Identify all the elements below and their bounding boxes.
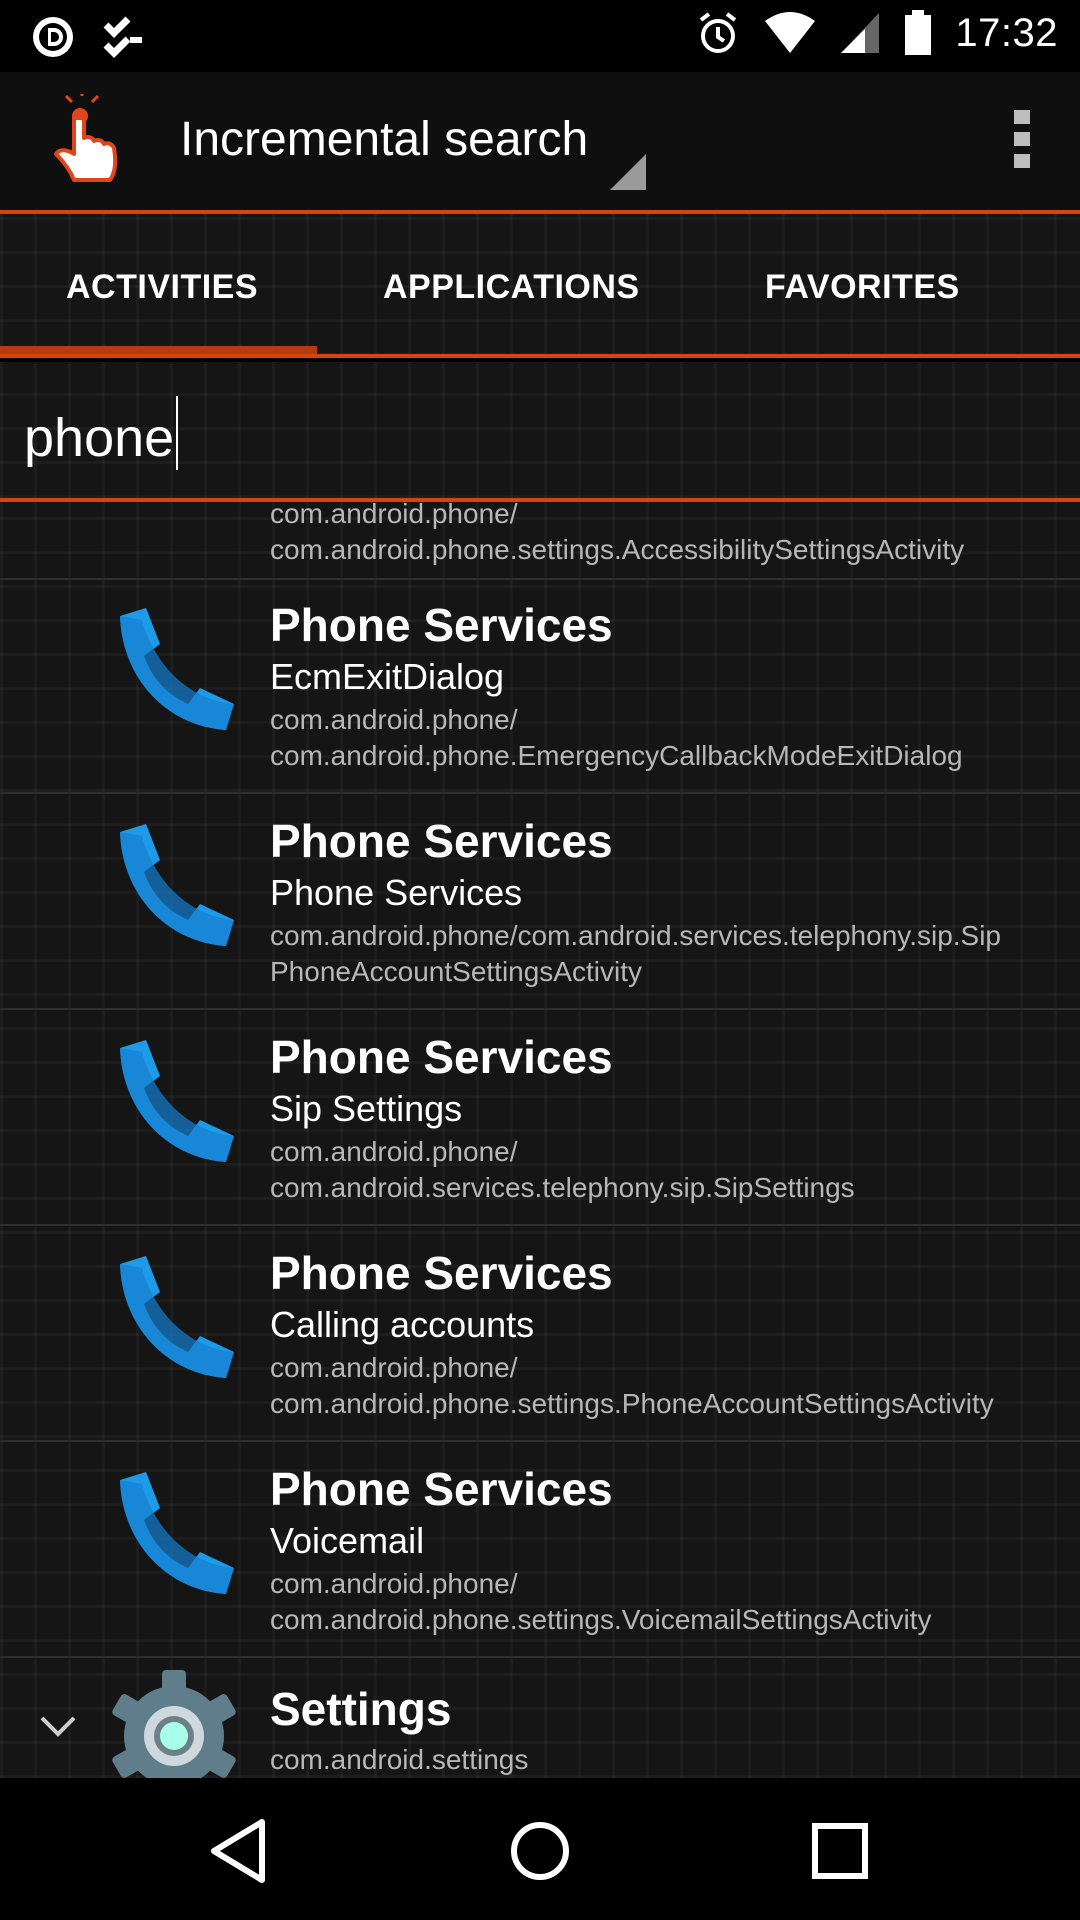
tabs-divider <box>0 354 1080 358</box>
app-name: Phone Services <box>270 1463 613 1515</box>
home-icon[interactable] <box>505 1816 575 1886</box>
list-item[interactable]: Phone Services Phone Services com.androi… <box>0 794 1080 1010</box>
phone-icon <box>120 608 234 730</box>
activity-package: com.android.phone/com.android.services.t… <box>270 920 1002 987</box>
list-item[interactable]: Phone Services Voicemail com.android.pho… <box>0 1442 1080 1658</box>
list-item[interactable]: Phone Services Calling accounts com.andr… <box>0 1226 1080 1442</box>
results-list[interactable]: com.android.phone/ com.android.phone.set… <box>0 502 1080 1778</box>
list-item[interactable]: Phone Services Sip Settings com.android.… <box>0 1010 1080 1226</box>
activity-package: com.android.settings <box>270 1744 529 1775</box>
navigation-bar <box>0 1778 1080 1920</box>
back-icon[interactable] <box>206 1816 276 1886</box>
signal-icon <box>841 13 880 53</box>
phone-icon <box>120 824 234 946</box>
alarm-icon <box>700 12 737 53</box>
spinner-arrow-icon <box>610 154 646 190</box>
list-item[interactable]: Phone Services EcmExitDialog com.android… <box>0 578 1080 794</box>
tab-favorites[interactable]: FAVORITES <box>765 268 960 307</box>
activity-label: Calling accounts <box>270 1304 535 1345</box>
search-input[interactable]: phone <box>24 396 179 470</box>
text-caret <box>176 396 179 470</box>
clock: 17:32 <box>955 10 1058 55</box>
battery-icon <box>905 10 932 55</box>
app-name: Phone Services <box>270 815 613 867</box>
action-bar: Incremental search <box>0 72 1080 210</box>
activity-label: Phone Services <box>270 872 523 913</box>
activity-label: EcmExitDialog <box>270 656 505 697</box>
tab-bar: ACTIVITIES APPLICATIONS FAVORITES <box>0 214 1080 358</box>
activity-package: com.android.phone/ com.android.phone.Eme… <box>270 704 963 771</box>
activity-package: com.android.phone/ com.android.phone.set… <box>270 1568 932 1635</box>
overflow-menu-icon[interactable] <box>1010 110 1034 174</box>
activity-package: com.android.phone/ com.android.phone.set… <box>270 1352 994 1419</box>
activity-package: com.android.phone/ com.android.phone.set… <box>270 502 965 565</box>
phone-icon <box>120 1256 234 1378</box>
recents-icon[interactable] <box>805 1816 875 1886</box>
activity-label: Sip Settings <box>270 1088 463 1129</box>
phone-icon <box>120 1040 234 1162</box>
mode-spinner[interactable]: Incremental search <box>180 102 650 190</box>
list-item-settings[interactable]: Settings com.android.settings <box>0 1652 1080 1778</box>
status-bar: 17:32 <box>0 0 1080 72</box>
phone-icon <box>120 1472 234 1594</box>
list-item[interactable]: com.android.phone/ com.android.phone.set… <box>0 502 1080 580</box>
d-badge-icon <box>33 17 73 57</box>
spinner-label: Incremental search <box>180 113 589 166</box>
check-list-icon <box>103 16 142 58</box>
app-logo-icon[interactable] <box>44 94 134 190</box>
search-box[interactable]: phone <box>0 362 1080 498</box>
activity-package: com.android.phone/ com.android.services.… <box>270 1136 855 1203</box>
activity-label: Voicemail <box>270 1520 425 1561</box>
chevron-down-icon[interactable] <box>38 1710 78 1740</box>
wifi-icon <box>765 12 816 53</box>
app-name: Phone Services <box>270 1247 613 1299</box>
tab-applications[interactable]: APPLICATIONS <box>383 268 640 307</box>
settings-gear-icon <box>112 1670 236 1778</box>
app-name: Settings <box>270 1683 452 1735</box>
app-name: Phone Services <box>270 599 613 651</box>
tab-activities[interactable]: ACTIVITIES <box>66 268 258 307</box>
app-name: Phone Services <box>270 1031 613 1083</box>
